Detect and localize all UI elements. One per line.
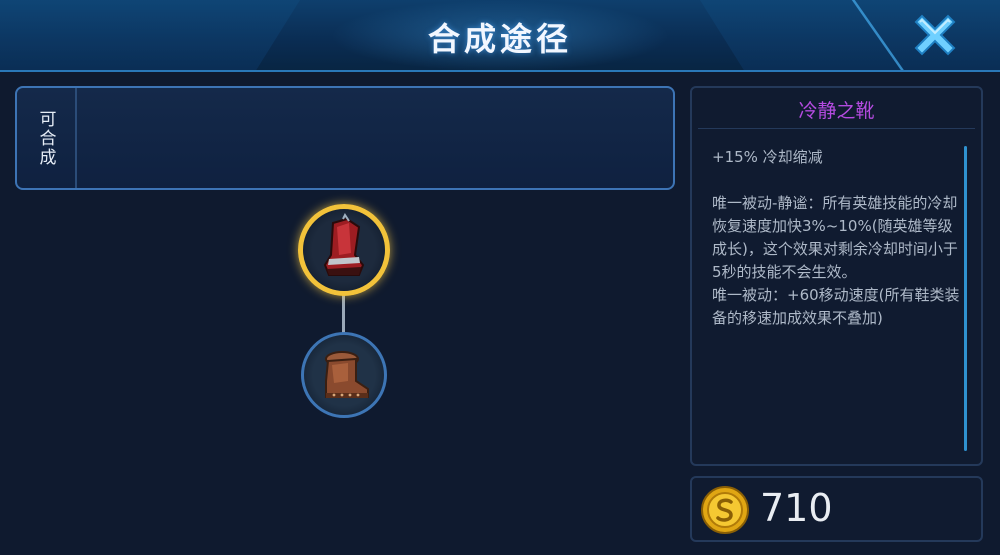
detail-divider xyxy=(698,128,975,129)
page-title: 合成途径 xyxy=(427,20,572,58)
item-node-component[interactable] xyxy=(301,332,387,418)
gold-coin-icon xyxy=(701,486,749,534)
detail-scrollbar[interactable] xyxy=(964,146,967,451)
brown-boots-icon xyxy=(325,351,369,398)
item-description: +15% 冷却缩减 唯一被动-静谧：所有英雄技能的冷却恢复速度加快3%~10%(… xyxy=(712,146,967,330)
close-x-icon xyxy=(914,14,956,56)
item-passive-2: 唯一被动：+60移动速度(所有鞋类装备的移速加成效果不叠加) xyxy=(712,286,960,327)
synthesis-label: 可合成 xyxy=(35,109,56,167)
synthesis-label-box: 可合成 xyxy=(17,88,77,188)
synthesis-panel: 可合成 xyxy=(15,86,675,190)
header-bar: 合成途径 xyxy=(0,0,1000,72)
item-price: 710 xyxy=(760,486,833,530)
item-stat: +15% 冷却缩减 xyxy=(712,148,823,166)
item-passive-1: 唯一被动-静谧：所有英雄技能的冷却恢复速度加快3%~10%(随英雄等级成长)，这… xyxy=(712,194,958,281)
item-name: 冷静之靴 xyxy=(798,100,875,122)
close-button[interactable] xyxy=(908,8,962,62)
price-bar: 710 xyxy=(690,476,983,542)
red-boots-icon xyxy=(323,213,365,276)
item-detail-panel: 冷静之靴 +15% 冷却缩减 唯一被动-静谧：所有英雄技能的冷却恢复速度加快3%… xyxy=(690,86,983,466)
item-node-selected[interactable] xyxy=(298,204,390,296)
